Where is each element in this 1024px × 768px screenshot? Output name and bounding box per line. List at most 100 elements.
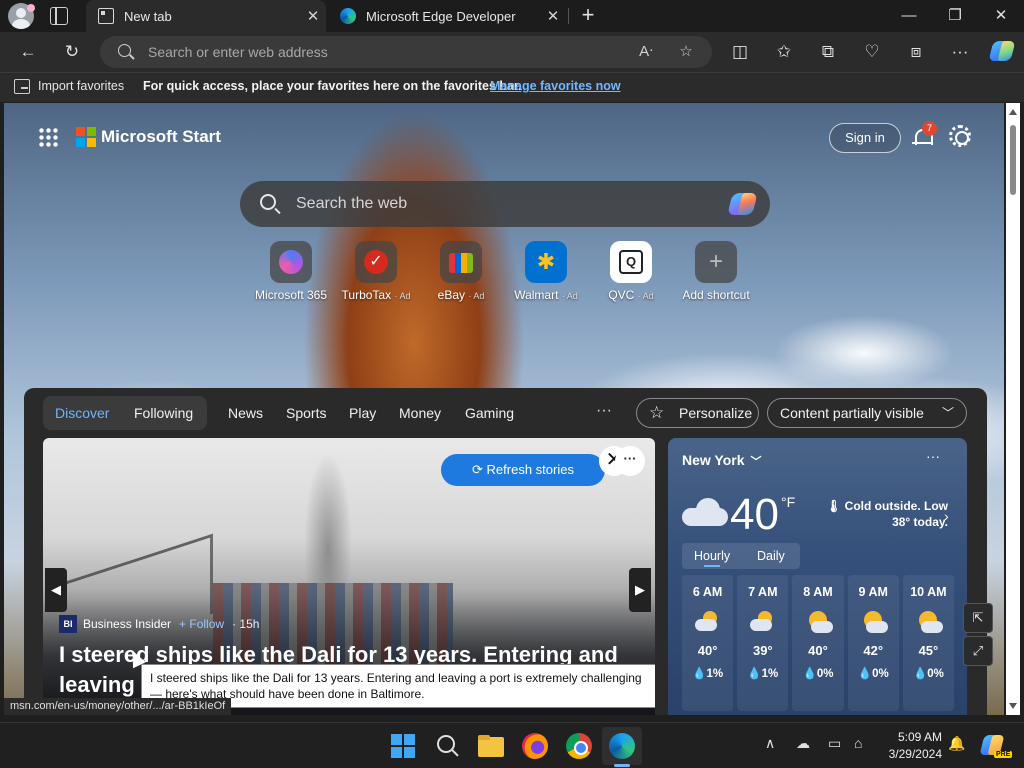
app-launcher-icon[interactable] — [38, 127, 58, 147]
personalize-star-icon: ☆ — [649, 403, 665, 422]
weather-more-button[interactable]: ··· — [926, 448, 940, 464]
import-favorites-button[interactable]: Import favorites — [38, 79, 124, 93]
hour-forecast[interactable]: 10 AM 45° 💧0% — [902, 575, 955, 711]
tab-gaming[interactable]: Gaming — [465, 396, 514, 430]
hero-story-card[interactable]: ⟳ Refresh stories ✕ ◀ ▶ BI Business Insi… — [43, 438, 655, 715]
tab-news[interactable]: News — [228, 396, 263, 430]
web-search-box[interactable]: Search the web — [240, 181, 770, 227]
sign-in-button[interactable]: Sign in — [829, 123, 901, 153]
taskbar-clock[interactable]: 5:09 AM 3/29/2024 — [878, 729, 942, 763]
weather-card[interactable]: New York ﹀ ··· 40 °F 🌡 Cold outside. Low … — [668, 438, 967, 715]
page-settings-gear-icon[interactable] — [949, 125, 971, 147]
back-arrow-icon[interactable]: ← — [14, 38, 42, 66]
edge-taskbar-icon[interactable] — [609, 733, 635, 759]
scroll-down-icon[interactable] — [1009, 703, 1017, 709]
tab-daily[interactable]: Daily — [757, 543, 785, 569]
scroll-up-icon[interactable] — [1009, 109, 1017, 115]
close-tab-icon[interactable]: ✕ — [540, 7, 566, 25]
network-volume-icon[interactable]: ⌂ — [854, 735, 862, 751]
tab-new-tab[interactable]: New tab ✕ — [86, 0, 326, 32]
copilot-search-icon[interactable] — [728, 191, 758, 217]
new-tab-button[interactable]: + — [576, 2, 600, 30]
personalize-button[interactable]: ☆ Personalize — [636, 398, 759, 428]
minimize-button[interactable]: — — [886, 0, 932, 32]
current-temperature: 40 — [730, 490, 779, 539]
shortcut-label: Add shortcut — [682, 288, 750, 302]
refresh-stories-button[interactable]: ⟳ Refresh stories — [441, 454, 605, 486]
tab-sports[interactable]: Sports — [286, 396, 326, 430]
collections-icon[interactable]: ⧉ — [814, 38, 842, 66]
weather-location-dropdown[interactable]: New York ﹀ — [682, 452, 762, 469]
address-bar[interactable]: Search or enter web address Aᐧ ☆ — [100, 36, 712, 68]
hour-temp: 40° — [697, 643, 718, 658]
cloud-offline-icon[interactable]: ☁ — [796, 735, 810, 752]
follow-button[interactable]: + Follow — [179, 617, 224, 631]
file-explorer-icon[interactable] — [476, 731, 506, 761]
scrollbar-thumb[interactable] — [1010, 125, 1016, 195]
firefox-icon[interactable] — [522, 733, 548, 759]
hour-precip: 💧0% — [802, 668, 834, 680]
favorite-star-icon[interactable]: ☆ — [672, 38, 700, 66]
story-source-row: BI Business Insider + Follow · 15h — [59, 614, 259, 634]
carousel-next-icon[interactable]: ▶ — [629, 568, 651, 612]
chevron-right-icon[interactable]: › — [944, 508, 949, 524]
story-more-button[interactable]: ··· — [615, 446, 645, 476]
restore-button[interactable]: ❐ — [932, 0, 978, 32]
copilot-icon[interactable] — [989, 38, 1015, 64]
walmart-spark-icon: ✱ — [536, 249, 556, 274]
notification-bell-icon[interactable]: 🔔 — [948, 735, 965, 752]
tab-hourly[interactable]: Hourly — [694, 543, 730, 569]
web-search-input[interactable]: Search the web — [296, 181, 407, 227]
shortcut-add[interactable]: + Add shortcut — [666, 241, 766, 302]
manage-favorites-link[interactable]: Manage favorites now — [490, 79, 621, 93]
carousel-prev-icon[interactable]: ◀ — [45, 568, 67, 612]
read-aloud-icon[interactable]: Aᐧ — [632, 38, 660, 66]
search-icon — [260, 194, 276, 210]
hour-forecast[interactable]: 9 AM 42° 💧0% — [847, 575, 899, 711]
tab-play[interactable]: Play — [349, 396, 376, 430]
tab-actions-icon[interactable] — [50, 7, 68, 25]
extensions-icon[interactable]: ⧈ — [902, 38, 930, 66]
hour-forecast[interactable]: 7 AM 39° 💧1% — [737, 575, 789, 711]
refresh-icon[interactable]: ↻ — [58, 38, 86, 66]
browser-essentials-icon[interactable]: ♡ — [858, 38, 886, 66]
feed-more-button[interactable]: ··· — [596, 396, 612, 426]
tab-following[interactable]: Following — [134, 396, 193, 430]
hour-forecast[interactable]: 8 AM 40° 💧0% — [792, 575, 844, 711]
hour-time: 6 AM — [692, 585, 723, 599]
ad-label: · Ad — [394, 291, 411, 301]
story-source[interactable]: Business Insider — [83, 617, 171, 631]
windows-start-icon[interactable] — [388, 731, 418, 761]
favorites-tip: For quick access, place your favorites h… — [143, 79, 522, 93]
windows-taskbar: ∧ ☁ ▭ ⌂ 5:09 AM 3/29/2024 🔔 PRE — [0, 722, 1024, 768]
show-hidden-icons-chevron-icon[interactable]: ∧ — [765, 735, 775, 752]
tab-edge-developer[interactable]: Microsoft Edge Developer ✕ — [328, 0, 566, 32]
page-scrollbar[interactable] — [1006, 103, 1020, 715]
edge-logo-icon — [340, 8, 356, 24]
close-tab-icon[interactable]: ✕ — [300, 7, 326, 25]
feedback-icon[interactable]: ⇱ — [963, 603, 993, 633]
cloudy-icon — [682, 498, 728, 526]
split-screen-icon[interactable]: ◫ — [726, 38, 754, 66]
ebay-bag-icon — [449, 253, 473, 273]
tab-money[interactable]: Money — [399, 396, 441, 430]
favorites-icon[interactable]: ✩ — [770, 38, 798, 66]
story-age: · 15h — [232, 617, 260, 631]
favorites-bar: Import favorites For quick access, place… — [0, 72, 1024, 102]
tab-separator — [568, 8, 569, 24]
chrome-icon[interactable] — [566, 733, 592, 759]
copilot-preview-badge: PRE — [994, 751, 1013, 758]
close-window-button[interactable]: ✕ — [978, 0, 1024, 32]
expand-icon[interactable]: ⤢ — [963, 636, 993, 666]
hour-temp: 39° — [752, 643, 773, 658]
temperature-unit[interactable]: °F — [781, 494, 795, 510]
settings-more-icon[interactable]: ··· — [946, 38, 974, 66]
address-input[interactable]: Search or enter web address — [148, 36, 328, 68]
content-visibility-dropdown[interactable]: Content partially visible ﹀ — [767, 398, 967, 428]
tab-discover[interactable]: Discover — [55, 396, 109, 430]
brand-title[interactable]: Microsoft Start — [101, 127, 221, 147]
hour-forecast[interactable]: 6 AM 40° 💧1% — [682, 575, 734, 711]
display-icon[interactable]: ▭ — [828, 735, 841, 752]
hour-temp: 40° — [808, 643, 828, 658]
taskbar-search-icon[interactable] — [432, 731, 462, 761]
